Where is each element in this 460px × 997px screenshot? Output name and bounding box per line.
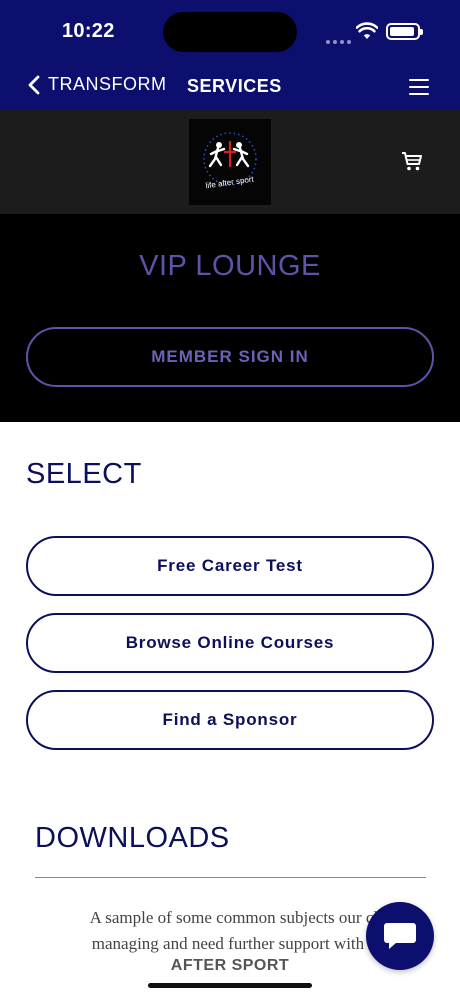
vip-lounge-section: VIP LOUNGE MEMBER SIGN IN [0, 214, 460, 422]
top-bar: 10:22 TRANSFORM SERVICES [0, 0, 460, 110]
member-sign-in-button[interactable]: MEMBER SIGN IN [26, 327, 434, 387]
status-time: 10:22 [62, 20, 115, 42]
home-indicator [148, 983, 312, 988]
chat-button[interactable] [366, 902, 434, 970]
divider [35, 877, 426, 878]
downloads-heading: DOWNLOADS [35, 822, 230, 854]
chevron-left-icon [28, 75, 40, 94]
logo-header: life after sport [0, 110, 460, 214]
cellular-signal-icon [326, 31, 354, 49]
page-title: SERVICES [187, 76, 282, 96]
shopping-cart-icon[interactable] [401, 150, 423, 172]
dynamic-island [163, 12, 297, 52]
svg-text:life after sport: life after sport [205, 175, 255, 191]
chat-bubble-icon [384, 923, 416, 949]
life-after-sport-logo[interactable]: life after sport [189, 119, 271, 205]
browse-online-courses-button[interactable]: Browse Online Courses [26, 613, 434, 673]
battery-icon [386, 23, 423, 40]
back-button-label: TRANSFORM [48, 74, 167, 94]
free-career-test-button[interactable]: Free Career Test [26, 536, 434, 596]
back-button[interactable]: TRANSFORM [28, 74, 167, 95]
hamburger-menu-icon[interactable] [409, 79, 429, 95]
vip-lounge-title: VIP LOUNGE [139, 250, 321, 282]
find-a-sponsor-button[interactable]: Find a Sponsor [26, 690, 434, 750]
select-heading: SELECT [26, 458, 142, 490]
wifi-icon [356, 22, 378, 39]
